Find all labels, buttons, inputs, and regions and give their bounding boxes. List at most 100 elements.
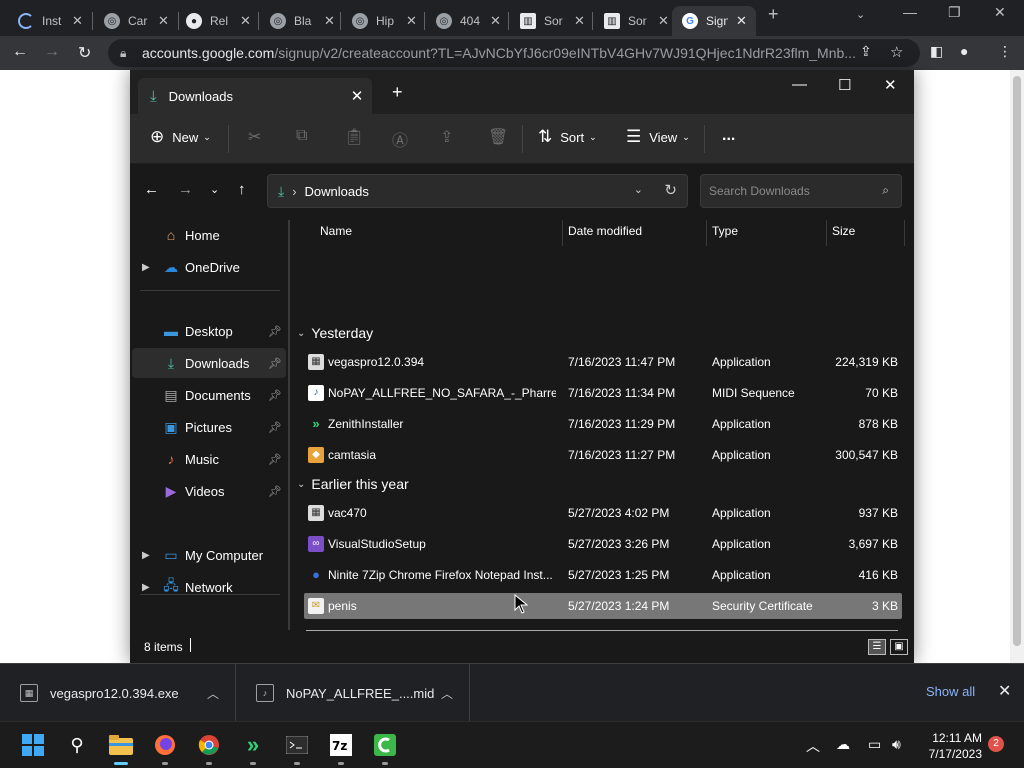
cut-icon[interactable]: ✂ xyxy=(248,127,261,147)
camtasia-icon[interactable] xyxy=(372,732,398,758)
display-icon[interactable]: ▭ xyxy=(868,736,881,753)
show-all-link[interactable]: Show all xyxy=(926,684,975,699)
file-row[interactable]: ♪ NoPAY_ALLFREE_NO_SAFARA_-_Pharrel_... … xyxy=(304,380,902,406)
file-row[interactable]: » ZenithInstaller 7/16/2023 11:29 PM App… xyxy=(304,411,902,437)
address-bar[interactable]: 🔒︎ accounts.google.com/signup/v2/createa… xyxy=(108,39,920,67)
column-header-name[interactable]: Name xyxy=(320,224,352,238)
close-icon[interactable]: ✕ xyxy=(240,13,251,29)
rename-icon[interactable]: Ⓐ xyxy=(392,127,408,151)
file-row[interactable]: ◆ camtasia 7/16/2023 11:27 PM Applicatio… xyxy=(304,442,902,468)
browser-tab[interactable]: ◎ Hip ✕ xyxy=(342,6,417,36)
browser-tab[interactable]: ◎ 404 ✕ xyxy=(426,6,501,36)
chevron-right-icon[interactable]: ▶ xyxy=(142,550,150,561)
details-view-icon[interactable]: ☰ xyxy=(868,639,886,655)
nav-item-documents[interactable]: ▤ Documents 📌︎ xyxy=(132,380,286,410)
search-input[interactable] xyxy=(701,175,861,207)
close-icon[interactable]: ✕ xyxy=(658,13,669,29)
pin-icon[interactable]: 📌︎ xyxy=(268,389,282,402)
nav-item-music[interactable]: ♪ Music 📌︎ xyxy=(132,444,286,474)
close-icon[interactable]: ✕ xyxy=(998,681,1011,701)
search-icon[interactable]: ⌕ xyxy=(882,183,889,198)
chevron-up-icon[interactable]: ︿ xyxy=(441,685,453,702)
close-icon[interactable]: ✕ xyxy=(406,13,417,29)
pin-icon[interactable]: 📌︎ xyxy=(268,421,282,434)
delete-icon[interactable]: 🗑︎ xyxy=(488,127,508,147)
browser-tab[interactable]: ▥ Sor ✕ xyxy=(594,6,669,36)
file-row[interactable]: ▦ vac470 5/27/2023 4:02 PM Application 9… xyxy=(304,500,902,526)
zenith-icon[interactable]: » xyxy=(240,732,266,758)
restore-button[interactable]: ❐ xyxy=(948,4,961,21)
file-row[interactable]: ▦ vegaspro12.0.394 7/16/2023 11:47 PM Ap… xyxy=(304,349,902,375)
nav-item-videos[interactable]: ▶ Videos 📌︎ xyxy=(132,476,286,506)
chevron-right-icon[interactable]: ▶ xyxy=(142,582,150,593)
profile-icon[interactable]: ● xyxy=(960,43,968,59)
share-icon[interactable]: ⇪ xyxy=(860,43,872,60)
forward-arrow-icon[interactable]: → xyxy=(178,181,193,198)
page-scrollbar[interactable] xyxy=(1010,70,1024,663)
close-icon[interactable]: ✕ xyxy=(736,13,747,29)
tiles-view-icon[interactable]: ▣ xyxy=(890,639,908,655)
chevron-down-icon[interactable]: ⌄ xyxy=(634,183,643,196)
explorer-tab[interactable]: ⤓ Downloads ✕ xyxy=(138,78,372,114)
browser-tab[interactable]: Inst ✕ xyxy=(8,6,83,36)
file-row-selected[interactable]: ✉ penis 5/27/2023 1:24 PM Security Certi… xyxy=(304,593,902,619)
nav-item-desktop[interactable]: ▬ Desktop 📌︎ xyxy=(132,316,286,346)
more-options-button[interactable]: ... xyxy=(722,127,735,145)
copy-icon[interactable]: ⧉ xyxy=(296,127,307,145)
chevron-right-icon[interactable]: ▶ xyxy=(142,262,150,273)
path-bar[interactable]: ⤓ › Downloads ⌄ ↻ xyxy=(267,174,688,208)
forward-arrow-icon[interactable]: → xyxy=(44,43,60,61)
menu-icon[interactable]: ⋮ xyxy=(998,43,1012,60)
nav-item-pictures[interactable]: ▣ Pictures 📌︎ xyxy=(132,412,286,442)
download-item[interactable]: ♪ NoPAY_ALLFREE_....mid ︿ xyxy=(236,664,470,722)
up-arrow-icon[interactable]: ↑ xyxy=(238,181,246,198)
column-header-size[interactable]: Size xyxy=(832,224,855,238)
back-arrow-icon[interactable]: ← xyxy=(12,43,28,61)
bookmark-star-icon[interactable]: ☆ xyxy=(890,43,903,61)
search-icon[interactable]: ⚲ xyxy=(64,732,90,758)
browser-tab[interactable]: ● Rel ✕ xyxy=(176,6,251,36)
browser-tab[interactable]: ◎ Car ✕ xyxy=(94,6,169,36)
close-icon[interactable]: ✕ xyxy=(158,13,169,29)
maximize-button[interactable]: ☐ xyxy=(838,76,851,94)
close-window-button[interactable]: ✕ xyxy=(884,76,897,94)
browser-tab[interactable]: ◎ Bla ✕ xyxy=(260,6,335,36)
group-header[interactable]: ⌄ Yesterday xyxy=(297,325,373,341)
nav-item-my-computer[interactable]: ▶ ▭ My Computer xyxy=(132,540,286,570)
terminal-icon[interactable] xyxy=(284,732,310,758)
browser-tab[interactable]: ▥ Sor ✕ xyxy=(510,6,585,36)
volume-icon[interactable]: 🔊︎ xyxy=(892,736,901,753)
search-box[interactable]: ⌕ xyxy=(700,174,902,208)
group-header[interactable]: ⌄ Earlier this year xyxy=(297,476,409,492)
nav-item-home[interactable]: ⌂ Home xyxy=(132,220,286,250)
pin-icon[interactable]: 📌︎ xyxy=(268,485,282,498)
start-button[interactable] xyxy=(20,732,46,758)
refresh-icon[interactable]: ↻ xyxy=(664,181,677,199)
back-arrow-icon[interactable]: ← xyxy=(144,181,159,198)
file-explorer-icon[interactable] xyxy=(108,732,134,758)
view-button[interactable]: ☰ View ⌄ xyxy=(626,127,690,147)
new-tab-button[interactable]: + xyxy=(768,4,779,25)
reload-icon[interactable]: ↻ xyxy=(78,43,91,63)
breadcrumb[interactable]: Downloads xyxy=(305,184,369,199)
minimize-button[interactable]: — xyxy=(792,76,807,93)
chevron-up-icon[interactable]: ︿ xyxy=(806,736,820,756)
close-icon[interactable]: ✕ xyxy=(490,13,501,29)
cloud-off-icon[interactable]: ☁ xyxy=(836,736,850,753)
pin-icon[interactable]: 📌︎ xyxy=(268,453,282,466)
chevron-up-icon[interactable]: ︿ xyxy=(207,685,219,702)
nav-item-onedrive[interactable]: ▶ ☁ OneDrive xyxy=(132,252,286,282)
file-row[interactable]: ● Ninite 7Zip Chrome Firefox Notepad Ins… xyxy=(304,562,902,588)
nav-item-network[interactable]: ▶ 🖧︎ Network xyxy=(132,572,286,602)
minimize-button[interactable]: — xyxy=(903,4,917,20)
file-row[interactable]: ∞ VisualStudioSetup 5/27/2023 3:26 PM Ap… xyxy=(304,531,902,557)
close-icon[interactable]: ✕ xyxy=(72,13,83,29)
sort-button[interactable]: ⇅ Sort ⌄ xyxy=(538,127,597,147)
paste-icon[interactable]: 📋︎ xyxy=(344,127,364,147)
new-tab-button[interactable]: + xyxy=(392,82,403,103)
chrome-icon[interactable] xyxy=(196,732,222,758)
notification-badge[interactable]: 2 xyxy=(988,736,1004,752)
column-header-date[interactable]: Date modified xyxy=(568,224,642,238)
close-icon[interactable]: ✕ xyxy=(574,13,585,29)
close-window-button[interactable]: ✕ xyxy=(994,4,1006,21)
